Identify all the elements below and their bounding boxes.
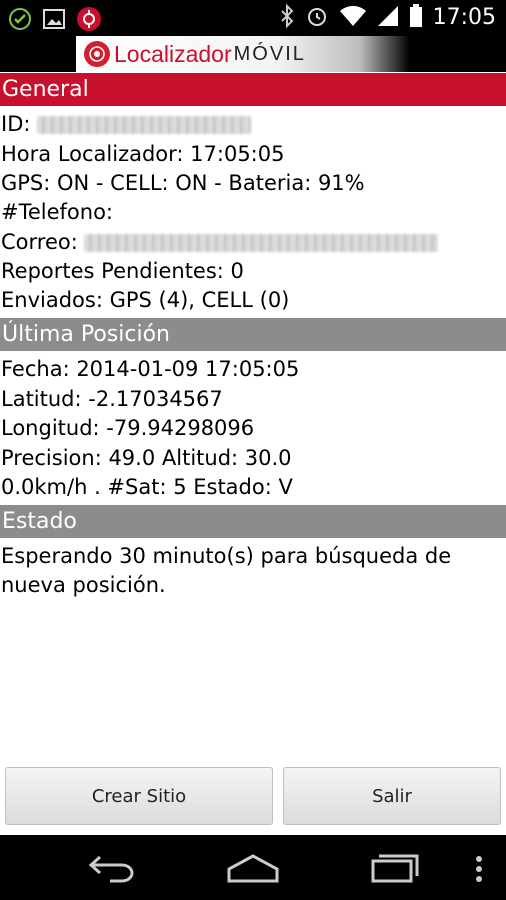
section-header-general: General	[0, 73, 506, 106]
enviados: Enviados: GPS (4), CELL (0)	[1, 288, 290, 312]
correo-label: Correo:	[1, 230, 78, 254]
section-header-ultima-posicion: Última Posición	[0, 318, 506, 351]
check-circle-icon	[8, 7, 32, 35]
logo-word-localizador: Localizador	[114, 40, 232, 67]
app-notification-icon	[76, 6, 102, 36]
bluetooth-icon	[279, 3, 295, 32]
correo-row: Correo:	[1, 228, 439, 257]
estado-message-line1: Esperando 30 minuto(s) para búsqueda de	[1, 544, 452, 568]
hora-localizador: Hora Localizador: 17:05:05	[1, 142, 285, 166]
precision-altitud: Precision: 49.0 Altitud: 30.0	[1, 446, 292, 470]
status-bar: 17:05	[0, 0, 506, 36]
reportes-pendientes: Reportes Pendientes: 0	[1, 259, 244, 283]
correo-redacted	[84, 234, 439, 252]
app-logo: Localizador MÓVIL	[76, 36, 410, 72]
radar-icon	[84, 41, 110, 67]
fecha: Fecha: 2014-01-09 17:05:05	[1, 357, 300, 381]
longitud: Longitud: -79.94298096	[1, 416, 255, 440]
section-header-estado: Estado	[0, 505, 506, 538]
salir-button[interactable]: Salir	[283, 767, 501, 825]
alarm-icon	[305, 4, 329, 32]
crear-sitio-button[interactable]: Crear Sitio	[5, 767, 273, 825]
id-label: ID:	[1, 112, 31, 136]
home-icon[interactable]	[226, 853, 280, 887]
back-icon[interactable]	[88, 853, 138, 887]
wifi-icon	[339, 5, 367, 31]
logo-word-movil: MÓVIL	[233, 42, 306, 65]
latitud: Latitud: -2.17034567	[1, 387, 223, 411]
app-header: Localizador MÓVIL	[0, 36, 506, 72]
signal-icon	[377, 5, 399, 31]
navigation-bar	[0, 835, 506, 900]
image-icon	[42, 8, 66, 34]
recents-icon[interactable]	[370, 851, 420, 887]
estado-message-line2: nueva posición.	[1, 573, 166, 597]
menu-dots-icon[interactable]	[474, 855, 484, 887]
velocidad-sat-estado: 0.0km/h . #Sat: 5 Estado: V	[1, 475, 293, 499]
id-redacted	[37, 116, 252, 134]
battery-icon	[409, 4, 423, 32]
telefono: #Telefono:	[1, 200, 114, 224]
gps-cell-bateria: GPS: ON - CELL: ON - Bateria: 91%	[1, 171, 365, 195]
clock: 17:05	[432, 5, 496, 30]
id-row: ID:	[1, 110, 252, 139]
